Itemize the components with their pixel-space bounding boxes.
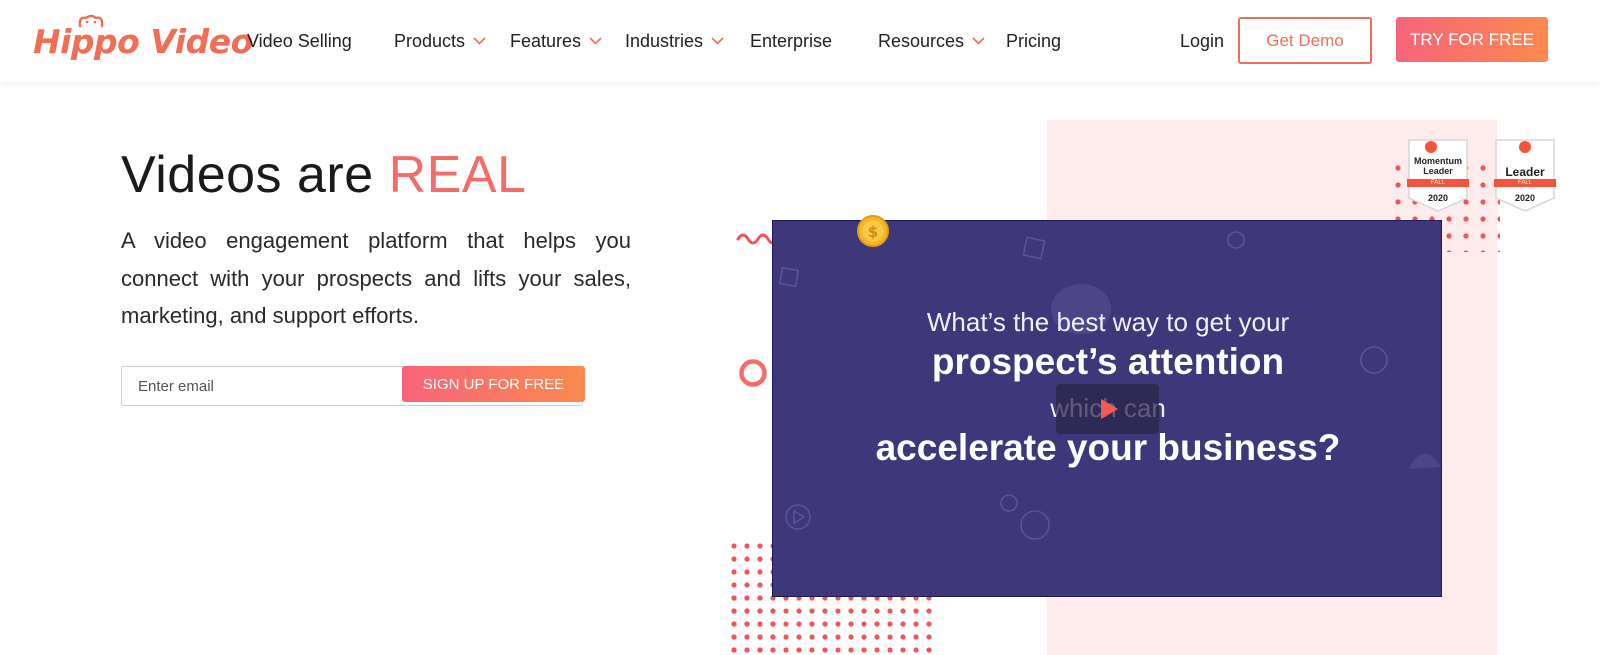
hippo-ears-icon — [78, 14, 104, 28]
badge-season: FALL — [1430, 180, 1445, 186]
badge-title: Leader — [1505, 165, 1545, 179]
nav-item-pricing[interactable]: Pricing — [1006, 27, 1061, 55]
svg-text:$: $ — [868, 223, 878, 241]
play-icon — [1100, 399, 1118, 419]
badge-year: 2020 — [1514, 193, 1536, 203]
nav-item-label: Products — [394, 30, 466, 51]
try-for-free-button[interactable]: TRY FOR FREE — [1396, 17, 1548, 62]
video-caption-line2: prospect’s attention — [931, 341, 1285, 382]
ring-decoration — [739, 359, 767, 387]
nav-item-resources[interactable]: Resources — [878, 27, 986, 55]
nav-item-label: Industries — [625, 30, 704, 51]
email-signup-form: SIGN UP FOR FREE — [121, 366, 585, 406]
coin-icon: $ — [857, 215, 889, 247]
chevron-down-icon — [972, 36, 985, 45]
nav-item-label: Enterprise — [750, 30, 833, 51]
chevron-down-icon — [711, 36, 724, 45]
hero-subtitle: A video engagement platform that helps y… — [121, 228, 631, 328]
nav-item-video-selling[interactable]: Video Selling — [247, 27, 352, 55]
chevron-down-icon — [473, 36, 486, 45]
badge-year: 2020 — [1427, 193, 1449, 203]
sign-up-button[interactable]: SIGN UP FOR FREE — [402, 366, 585, 402]
nav-item-enterprise[interactable]: Enterprise — [750, 27, 832, 55]
video-caption-line1: What’s the best way to get your — [926, 307, 1290, 337]
logo-text: Hippo Video — [33, 21, 253, 61]
hero-title-prefix: Videos are — [121, 146, 374, 204]
squiggle-decoration — [736, 233, 776, 245]
video-player[interactable]: What’s the best way to get your prospect… — [772, 220, 1442, 597]
get-demo-button[interactable]: Get Demo — [1238, 17, 1372, 64]
nav-item-label: Pricing — [1006, 30, 1062, 51]
email-input[interactable] — [122, 367, 402, 405]
hero-title: Videos are REAL — [121, 145, 526, 205]
nav-item-label: Features — [510, 30, 582, 51]
nav-item-industries[interactable]: Industries — [625, 27, 725, 55]
g2-badge-leader: Leader FALL 2020 — [1494, 138, 1556, 212]
hippo-video-logo[interactable]: Hippo Video — [33, 14, 253, 66]
chevron-down-icon — [589, 36, 602, 45]
nav-item-label: Video Selling — [247, 30, 352, 51]
nav-item-label: Resources — [878, 30, 965, 51]
badge-title: Momentum Leader — [1414, 156, 1462, 176]
login-link[interactable]: Login — [1180, 27, 1224, 55]
badge-season: FALL — [1517, 180, 1532, 186]
nav-item-features[interactable]: Features — [510, 27, 603, 55]
site-header: Hippo Video Video Selling Products Featu… — [0, 0, 1600, 82]
hero-title-accent: REAL — [388, 146, 527, 204]
g2-badge-momentum-leader: Momentum Leader FALL 2020 — [1407, 138, 1469, 212]
nav-item-products[interactable]: Products — [394, 27, 487, 55]
play-button[interactable] — [1056, 384, 1159, 434]
